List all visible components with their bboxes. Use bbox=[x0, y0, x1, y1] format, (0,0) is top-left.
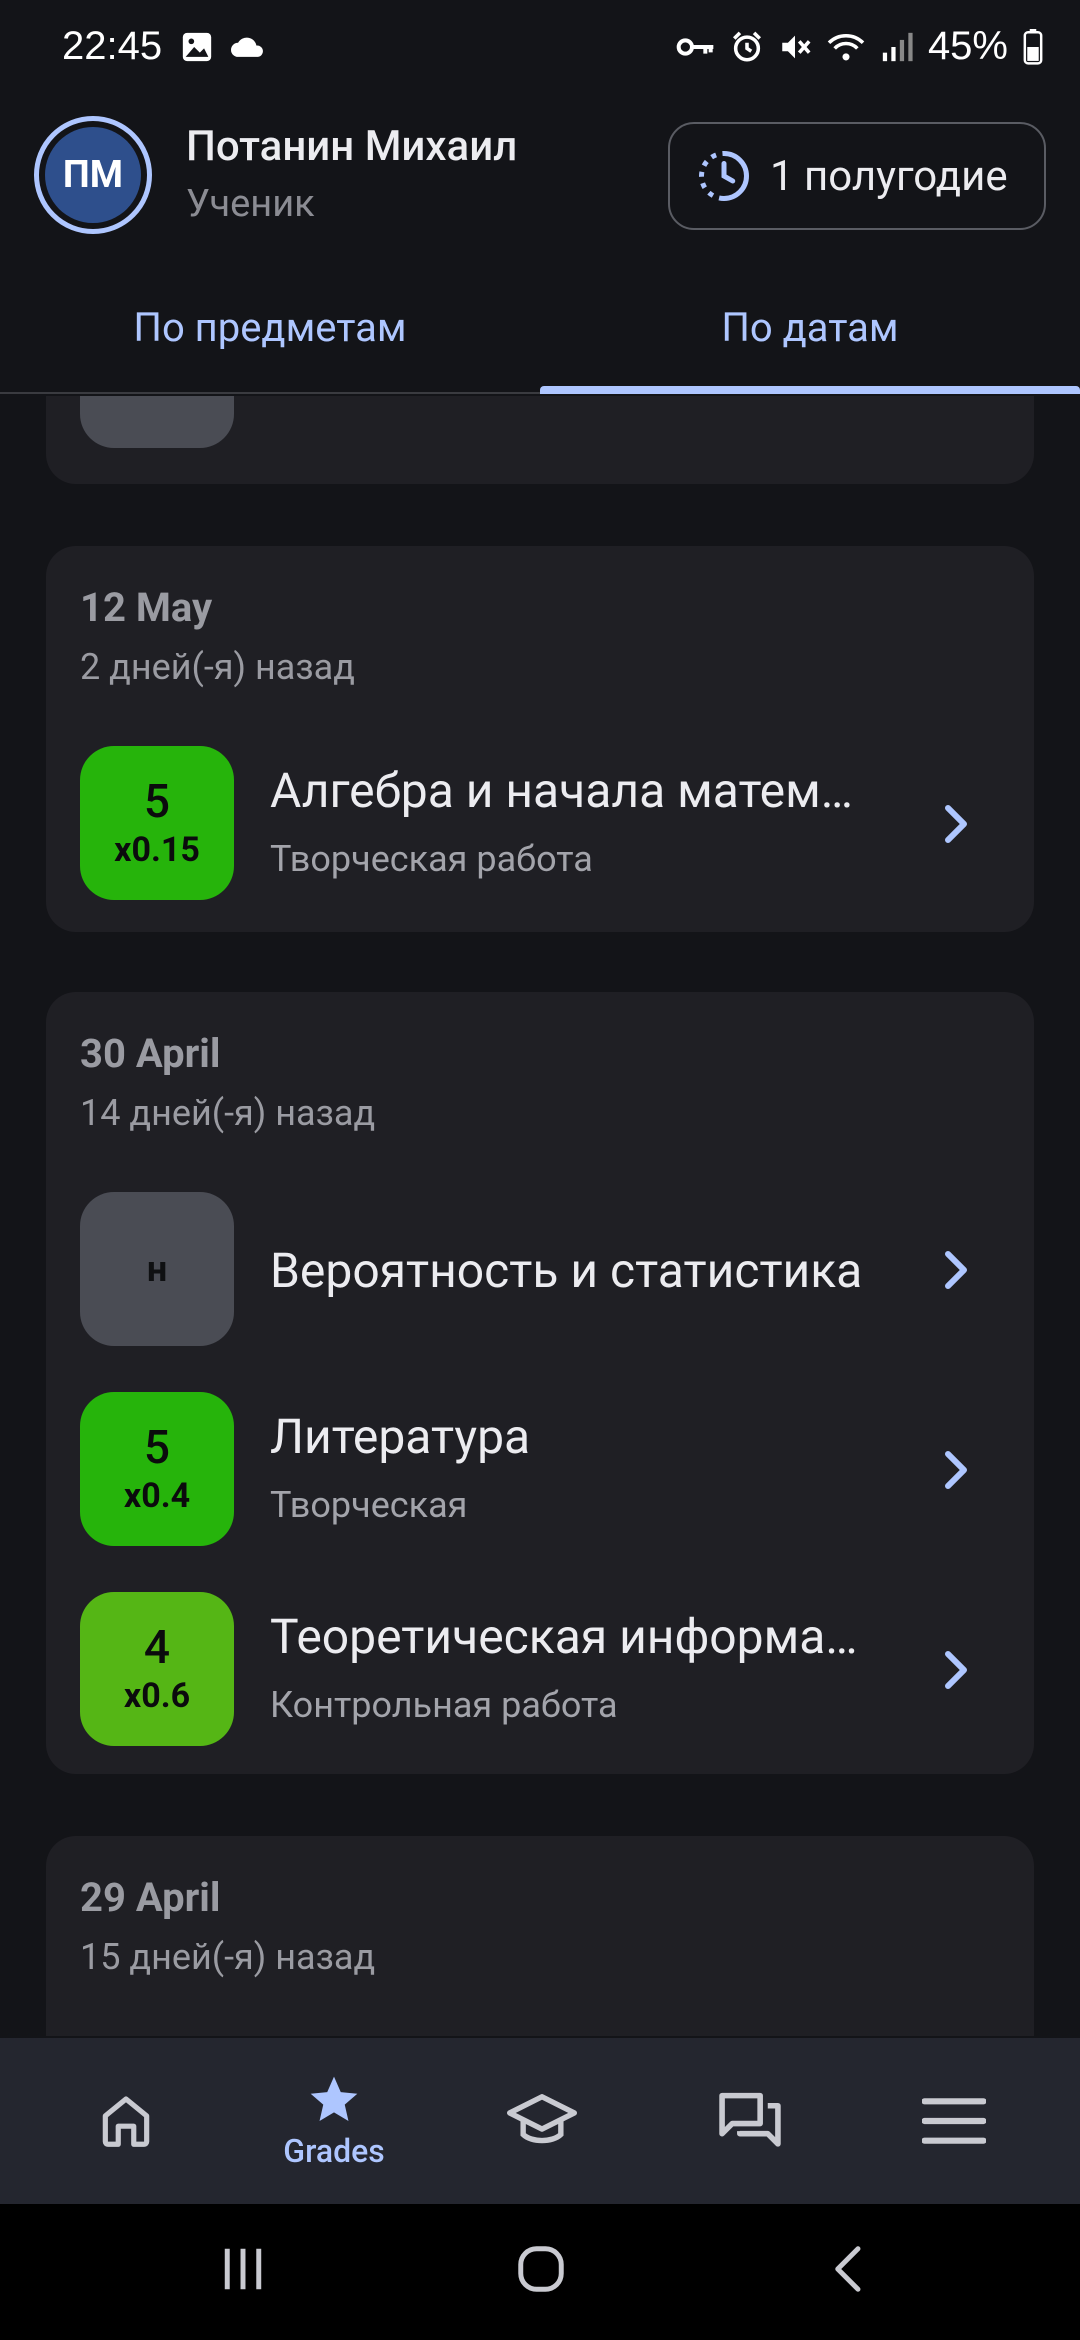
battery-icon bbox=[1023, 28, 1043, 65]
period-selector-button[interactable]: 1 полугодие bbox=[668, 122, 1046, 230]
day-ago: 15 дней(-я) назад bbox=[80, 1936, 376, 1978]
nav-grades-label: Grades bbox=[283, 2132, 385, 2170]
bottom-navigation: Grades bbox=[0, 2038, 1080, 2204]
grade-weight: x0.6 bbox=[123, 1676, 191, 1717]
grade-badge: н bbox=[80, 1192, 234, 1346]
nav-menu[interactable] bbox=[846, 2038, 1062, 2204]
battery-percent: 45% bbox=[927, 24, 1008, 68]
star-icon bbox=[310, 2076, 358, 2121]
graduation-cap-icon bbox=[507, 2094, 577, 2144]
back-icon[interactable] bbox=[822, 2242, 876, 2296]
work-type: Творческая работа bbox=[270, 838, 593, 880]
chevron-right-icon bbox=[945, 1451, 967, 1489]
view-tabs: По предметам По датам bbox=[0, 270, 1080, 394]
day-ago: 14 дней(-я) назад bbox=[80, 1092, 376, 1134]
nav-courses[interactable] bbox=[434, 2038, 650, 2204]
cloud-icon bbox=[231, 37, 263, 57]
chat-icon bbox=[719, 2092, 781, 2147]
home-button-icon[interactable] bbox=[514, 2242, 568, 2296]
nav-messages[interactable] bbox=[642, 2038, 858, 2204]
grade-badge: 5 x0.4 bbox=[80, 1392, 234, 1546]
subject-name: Алгебра и начала матем… bbox=[270, 762, 853, 819]
grade-value: н bbox=[146, 1248, 168, 1290]
grade-value: 5 bbox=[143, 1421, 171, 1475]
home-icon bbox=[102, 2096, 150, 2147]
grades-list[interactable]: 12 May 2 дней(-я) назад 5 x0.15 Алгебра … bbox=[0, 396, 1080, 2036]
day-card-partial bbox=[46, 396, 1034, 484]
avatar[interactable]: ПМ bbox=[34, 116, 152, 234]
profile-header: ПМ Потанин Михаил Ученик 1 полугодие bbox=[0, 110, 1080, 250]
status-time: 22:45 bbox=[62, 24, 163, 68]
user-role: Ученик bbox=[186, 182, 315, 226]
signal-icon bbox=[882, 32, 913, 61]
grade-row[interactable]: н Вероятность и статистика bbox=[80, 1192, 1000, 1348]
period-label: 1 полугодие bbox=[770, 151, 1008, 201]
wifi-icon bbox=[827, 33, 865, 60]
chevron-right-icon bbox=[945, 805, 967, 843]
grade-badge: 5 x0.15 bbox=[80, 746, 234, 900]
system-navigation-bar bbox=[0, 2204, 1080, 2340]
grade-weight: x0.15 bbox=[114, 830, 200, 871]
day-card: 30 April 14 дней(-я) назад н Вероятность… bbox=[46, 992, 1034, 1774]
grade-row[interactable]: 4 x0.6 Теоретическая информа… Контрольна… bbox=[80, 1592, 1000, 1748]
work-type: Контрольная работа bbox=[270, 1684, 618, 1726]
nav-grades[interactable]: Grades bbox=[226, 2038, 442, 2204]
recent-apps-icon[interactable] bbox=[216, 2242, 270, 2296]
grade-row[interactable]: 5 x0.15 Алгебра и начала матем… Творческ… bbox=[80, 746, 1000, 902]
tab-by-dates[interactable]: По датам bbox=[540, 304, 1080, 351]
grade-weight: x0.4 bbox=[123, 1476, 191, 1517]
menu-icon bbox=[922, 2098, 986, 2144]
subject-name: Литература bbox=[270, 1408, 531, 1465]
tab-by-subjects[interactable]: По предметам bbox=[0, 304, 540, 351]
period-clock-icon bbox=[698, 151, 749, 201]
image-icon bbox=[182, 32, 212, 62]
chevron-right-icon bbox=[945, 1651, 967, 1689]
status-bar: 22:45 45% bbox=[0, 0, 1080, 100]
subject-name: Теоретическая информа… bbox=[270, 1608, 858, 1665]
chevron-right-icon bbox=[945, 1251, 967, 1289]
grade-badge-partial bbox=[80, 396, 234, 448]
grade-value: 5 bbox=[143, 775, 171, 829]
nav-home[interactable] bbox=[18, 2038, 234, 2204]
mute-icon bbox=[782, 35, 811, 58]
work-type: Творческая bbox=[270, 1484, 468, 1526]
key-icon bbox=[676, 37, 714, 56]
day-date: 29 April bbox=[80, 1874, 221, 1921]
day-ago: 2 дней(-я) назад bbox=[80, 646, 355, 688]
day-date: 12 May bbox=[80, 584, 213, 631]
grade-badge: 4 x0.6 bbox=[80, 1592, 234, 1746]
day-card: 12 May 2 дней(-я) назад 5 x0.15 Алгебра … bbox=[46, 546, 1034, 932]
active-tab-indicator bbox=[540, 386, 1080, 394]
avatar-initials: ПМ bbox=[62, 153, 124, 197]
alarm-icon bbox=[732, 31, 761, 62]
subject-name: Вероятность и статистика bbox=[270, 1242, 863, 1299]
day-date: 30 April bbox=[80, 1030, 221, 1077]
day-card: 29 April 15 дней(-я) назад bbox=[46, 1836, 1034, 2036]
grade-row[interactable]: 5 x0.4 Литература Творческая bbox=[80, 1392, 1000, 1548]
grade-value: 4 bbox=[143, 1621, 171, 1675]
user-name: Потанин Михаил bbox=[186, 122, 518, 171]
